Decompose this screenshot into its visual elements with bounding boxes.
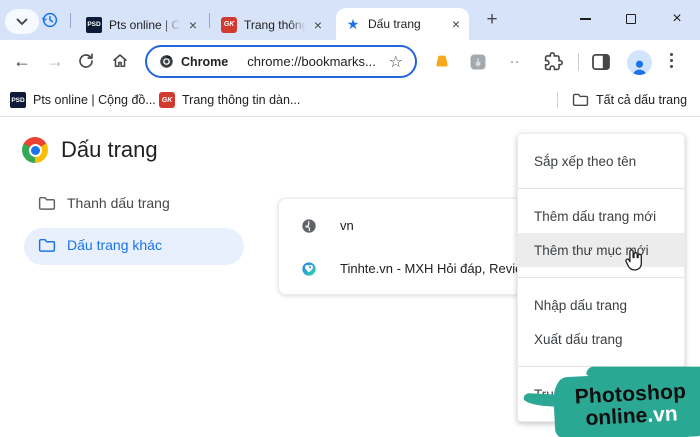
bookmark-label: Pts online | Cộng đồ... bbox=[33, 93, 156, 107]
watermark-online: online bbox=[584, 403, 648, 431]
reload-icon bbox=[79, 53, 93, 68]
dot bbox=[510, 61, 513, 63]
tab-close-icon[interactable]: × bbox=[452, 17, 460, 31]
reload-button[interactable] bbox=[77, 52, 95, 75]
maximize-button[interactable] bbox=[608, 0, 654, 38]
chrome-logo-icon bbox=[22, 137, 48, 163]
bookmark-page-star-icon[interactable]: ☆ bbox=[389, 52, 403, 72]
sidebar-item-label: Thanh dấu trang bbox=[67, 195, 170, 211]
menu-item-import-bookmarks[interactable]: Nhập dấu trang bbox=[518, 288, 684, 322]
globe-icon bbox=[302, 218, 316, 233]
minimize-icon bbox=[579, 18, 591, 20]
browser-window: PSD Pts online | C × GK Trang thông × ★ … bbox=[0, 0, 700, 437]
bookmarks-bar-divider bbox=[557, 92, 558, 108]
tab-title: Trang thông bbox=[244, 17, 307, 32]
bookmarks-bar: PSD Pts online | Cộng đồ... GK Trang thô… bbox=[0, 84, 700, 117]
new-tab-button[interactable]: + bbox=[480, 8, 504, 32]
tab-close-icon[interactable]: × bbox=[189, 18, 197, 32]
sidebar-item-other-bookmarks-folder[interactable]: Dấu trang khác bbox=[38, 237, 162, 253]
psd-favicon: PSD bbox=[86, 16, 102, 33]
gk-favicon: GK bbox=[221, 16, 237, 33]
sidebar-item-bookmarks-bar-folder[interactable]: Thanh dấu trang bbox=[38, 195, 170, 211]
bookmark-row-label: vn bbox=[340, 218, 354, 233]
image-extension-icon bbox=[470, 54, 486, 70]
watermark-line2: online.vn bbox=[584, 402, 679, 431]
menu-divider bbox=[518, 188, 684, 189]
side-panel-button[interactable] bbox=[592, 54, 610, 75]
tab-pts-online[interactable]: PSD Pts online | C × bbox=[77, 9, 206, 40]
gk-favicon: GK bbox=[159, 92, 175, 108]
profile-avatar[interactable] bbox=[627, 50, 652, 75]
home-button[interactable] bbox=[111, 52, 129, 75]
tab-title: Pts online | C bbox=[109, 17, 181, 32]
tab-search-button[interactable] bbox=[5, 9, 39, 34]
chevron-down-icon bbox=[16, 18, 28, 25]
extension-orange-button[interactable] bbox=[433, 53, 451, 76]
omnibox[interactable]: Chrome chrome://bookmarks... ☆ bbox=[145, 45, 417, 78]
watermark-text: Photoshop online.vn bbox=[538, 364, 700, 437]
toolbar-divider bbox=[578, 53, 579, 71]
bookmark-label: Trang thông tin dàn... bbox=[182, 93, 301, 107]
tab-divider bbox=[70, 13, 71, 28]
minimize-button[interactable] bbox=[562, 0, 608, 38]
tab-dau-trang-active[interactable]: ★ Dấu trang × bbox=[336, 8, 469, 40]
dot bbox=[670, 53, 673, 56]
menu-item-add-new-bookmark[interactable]: Thêm dấu trang mới bbox=[518, 199, 684, 233]
psd-favicon: PSD bbox=[10, 92, 26, 108]
page-title: Dấu trang bbox=[61, 137, 158, 162]
page-header: Dấu trang bbox=[22, 137, 158, 163]
tab-divider bbox=[209, 13, 210, 28]
folder-icon bbox=[38, 238, 56, 252]
orange-extension-icon bbox=[436, 55, 448, 67]
extensions-button[interactable] bbox=[544, 52, 563, 76]
watermark: Photoshop online.vn bbox=[523, 364, 700, 437]
close-button[interactable]: × bbox=[654, 0, 700, 38]
omnibox-site-chip: Chrome bbox=[181, 54, 229, 69]
tinhte-favicon bbox=[302, 261, 316, 276]
chrome-favicon-icon bbox=[160, 55, 173, 68]
dot bbox=[670, 65, 673, 68]
puzzle-icon bbox=[544, 52, 563, 71]
menu-divider bbox=[518, 277, 684, 278]
omnibox-url[interactable]: chrome://bookmarks... bbox=[235, 54, 381, 69]
dot bbox=[670, 59, 673, 62]
tab-trang-thong[interactable]: GK Trang thông × bbox=[212, 9, 331, 40]
sidebar-item-label: Dấu trang khác bbox=[67, 237, 162, 253]
all-bookmarks-label: Tất cả dấu trang bbox=[596, 92, 688, 107]
bookmark-trang-thong-tin[interactable]: GK Trang thông tin dàn... bbox=[159, 92, 300, 108]
all-bookmarks-button[interactable]: Tất cả dấu trang bbox=[572, 92, 687, 107]
browser-menu-button[interactable] bbox=[670, 53, 673, 68]
mouse-cursor-icon bbox=[625, 249, 642, 271]
forward-button[interactable]: → bbox=[46, 49, 64, 73]
history-tab-button[interactable] bbox=[41, 11, 59, 29]
watermark-vn: .vn bbox=[646, 402, 679, 427]
extension-image-button[interactable] bbox=[469, 53, 487, 76]
maximize-icon bbox=[626, 14, 636, 24]
bookmark-pts-online[interactable]: PSD Pts online | Cộng đồ... bbox=[10, 92, 156, 108]
menu-item-sort-by-name[interactable]: Sắp xếp theo tên bbox=[518, 144, 684, 178]
bookmark-row-label: Tinhte.vn - MXH Hỏi đáp, Revie bbox=[340, 261, 523, 276]
menu-item-export-bookmarks[interactable]: Xuất dấu trang bbox=[518, 322, 684, 356]
person-icon bbox=[632, 60, 647, 75]
toolbar: ← → Chrome chrome://bookmarks... ☆ bbox=[0, 40, 700, 84]
window-controls: × bbox=[562, 0, 700, 38]
bookmark-star-favicon: ★ bbox=[346, 16, 360, 32]
folder-icon bbox=[38, 196, 56, 210]
history-clock-icon bbox=[42, 12, 58, 28]
tab-close-icon[interactable]: × bbox=[314, 18, 322, 32]
menu-item-add-new-folder[interactable]: Thêm thư mục mới bbox=[518, 233, 684, 267]
tab-title: Dấu trang bbox=[368, 17, 421, 31]
bookmarks-page: Dấu trang Thanh dấu trang Dấu trang khác… bbox=[0, 117, 700, 437]
dot bbox=[515, 61, 518, 63]
side-panel-icon bbox=[592, 54, 610, 70]
home-icon bbox=[113, 54, 127, 67]
back-button[interactable]: ← bbox=[13, 49, 31, 73]
close-icon: × bbox=[672, 10, 682, 27]
folder-icon bbox=[572, 93, 589, 106]
tab-strip: PSD Pts online | C × GK Trang thông × ★ … bbox=[0, 0, 700, 40]
